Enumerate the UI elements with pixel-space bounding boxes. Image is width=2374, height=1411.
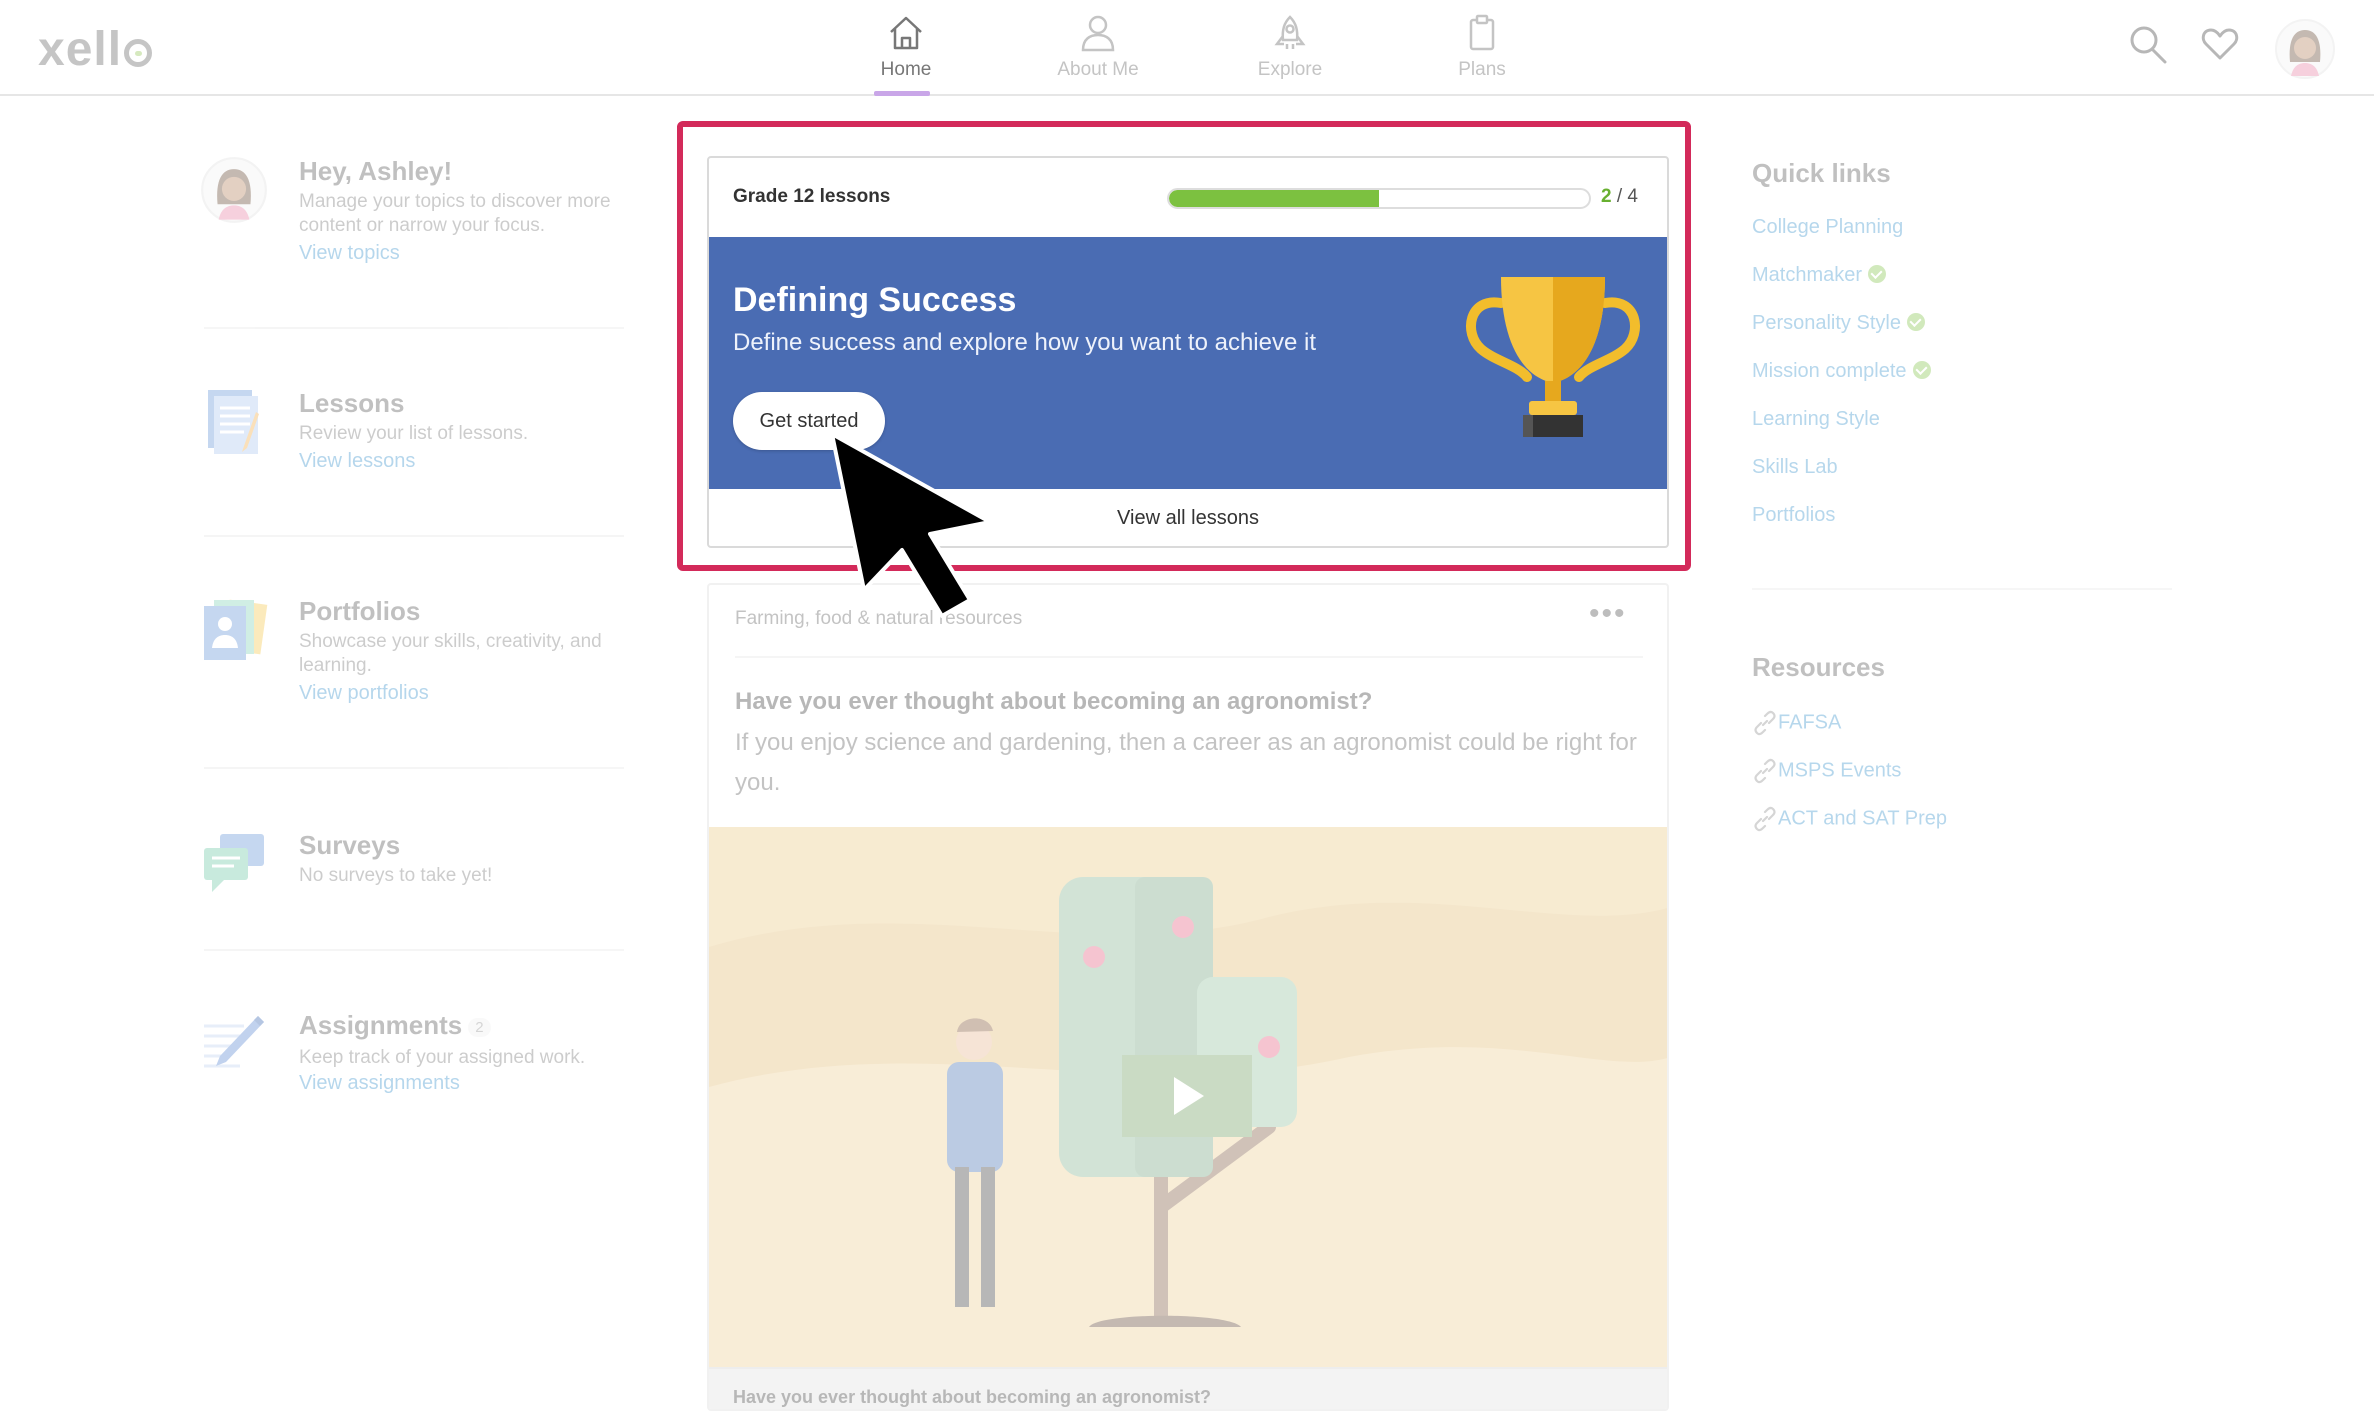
nav-explore-label: Explore bbox=[1257, 59, 1323, 80]
resource-label: FAFSA bbox=[1778, 711, 1842, 734]
quick-link-portfolios[interactable]: Portfolios bbox=[1752, 504, 1835, 527]
greeting-title: Hey, Ashley! bbox=[299, 156, 453, 186]
lesson-card-header: Grade 12 lessons 2 / 4 bbox=[709, 158, 1667, 237]
top-bar: xell Home About Me Explore Plans bbox=[0, 0, 2374, 96]
divider bbox=[204, 535, 624, 537]
view-assignments-link[interactable]: View assignments bbox=[299, 1072, 460, 1095]
resource-act-sat-prep[interactable]: ACT and SAT Prep bbox=[1752, 806, 1947, 832]
quick-link-label: Mission complete bbox=[1752, 360, 1907, 382]
rocket-icon bbox=[1274, 15, 1306, 49]
portfolios-desc: Showcase your skills, creativity, and le… bbox=[299, 631, 602, 676]
quick-link-label: Personality Style bbox=[1752, 312, 1901, 334]
lesson-subtitle: Define success and explore how you want … bbox=[733, 329, 1316, 356]
view-portfolios-link[interactable]: View portfolios bbox=[299, 682, 429, 705]
quick-link-label: Skills Lab bbox=[1752, 456, 1838, 478]
lesson-title: Defining Success bbox=[733, 281, 1017, 319]
portfolios-section: Portfolios Showcase your skills, creativ… bbox=[200, 596, 630, 706]
progress-separator: / bbox=[1611, 186, 1628, 207]
quick-link-matchmaker[interactable]: Matchmaker bbox=[1752, 264, 1887, 287]
portfolios-title: Portfolios bbox=[299, 596, 421, 626]
divider bbox=[204, 949, 624, 951]
mouse-pointer-icon bbox=[830, 432, 992, 618]
nav-about-me-label: About Me bbox=[1057, 59, 1139, 80]
career-card: Farming, food & natural resources ••• Ha… bbox=[707, 583, 1669, 1411]
quick-link-label: Learning Style bbox=[1752, 408, 1880, 430]
progress-done: 2 bbox=[1601, 186, 1612, 207]
view-topics-link[interactable]: View topics bbox=[299, 242, 400, 265]
more-options-icon[interactable]: ••• bbox=[1589, 597, 1627, 631]
nav-about-me[interactable]: About Me bbox=[1018, 0, 1178, 96]
quick-link-mission-complete[interactable]: Mission complete bbox=[1752, 360, 1931, 383]
surveys-desc: No surveys to take yet! bbox=[299, 865, 493, 886]
assignments-desc: Keep track of your assigned work. bbox=[299, 1047, 586, 1068]
greeting-section: Hey, Ashley! Manage your topics to disco… bbox=[200, 156, 630, 266]
quick-link-learning-style[interactable]: Learning Style bbox=[1752, 408, 1880, 431]
lesson-progress-bar bbox=[1167, 188, 1591, 209]
play-video-button[interactable] bbox=[1122, 1055, 1252, 1137]
quick-link-label: Portfolios bbox=[1752, 504, 1836, 526]
active-tab-indicator bbox=[874, 91, 930, 96]
lessons-title: Lessons bbox=[299, 388, 405, 418]
lesson-progress-fill bbox=[1169, 190, 1379, 207]
divider bbox=[204, 767, 624, 769]
progress-total: 4 bbox=[1627, 186, 1638, 207]
career-card-footer: Have you ever thought about becoming an … bbox=[709, 1367, 1667, 1409]
assignments-title-text: Assignments bbox=[299, 1010, 463, 1040]
resource-msps-events[interactable]: MSPS Events bbox=[1752, 758, 1901, 784]
speech-bubbles-icon bbox=[204, 834, 264, 892]
career-video[interactable] bbox=[709, 827, 1667, 1367]
portfolio-icon bbox=[204, 599, 268, 660]
quick-link-college-planning[interactable]: College Planning bbox=[1752, 216, 1903, 239]
surveys-section: Surveys No surveys to take yet! bbox=[200, 830, 630, 910]
quick-link-personality-style[interactable]: Personality Style bbox=[1752, 312, 1925, 335]
assignments-section: Assignments 2 Keep track of your assigned… bbox=[200, 1010, 630, 1100]
person-icon bbox=[1081, 15, 1115, 52]
heart-icon[interactable] bbox=[2200, 24, 2240, 64]
clipboard-icon bbox=[1469, 14, 1495, 51]
quick-link-label: College Planning bbox=[1752, 216, 1904, 238]
lessons-document-icon bbox=[208, 390, 259, 454]
logo-o-icon bbox=[124, 39, 153, 67]
link-icon bbox=[1754, 806, 1776, 832]
search-icon[interactable] bbox=[2128, 24, 2168, 66]
career-footer-text: Have you ever thought about becoming an … bbox=[733, 1387, 1212, 1407]
divider bbox=[735, 656, 1643, 658]
quick-link-label: Matchmaker bbox=[1752, 264, 1863, 286]
view-lessons-link[interactable]: View lessons bbox=[299, 450, 415, 473]
check-icon bbox=[1912, 360, 1931, 379]
resource-fafsa[interactable]: FAFSA bbox=[1752, 710, 1841, 736]
quick-links-title: Quick links bbox=[1752, 158, 1891, 188]
surveys-title: Surveys bbox=[299, 830, 401, 860]
resource-label: ACT and SAT Prep bbox=[1778, 807, 1947, 830]
nav-plans[interactable]: Plans bbox=[1402, 0, 1562, 96]
lesson-progress-count: 2 / 4 bbox=[1601, 186, 1638, 208]
career-question: Have you ever thought about becoming an … bbox=[735, 688, 1373, 715]
xello-logo[interactable]: xell bbox=[38, 22, 153, 77]
link-icon bbox=[1754, 710, 1776, 736]
trophy-icon bbox=[1466, 277, 1640, 437]
resource-label: MSPS Events bbox=[1778, 759, 1902, 782]
assignments-count-badge: 2 bbox=[468, 1017, 491, 1037]
career-answer: If you enjoy science and gardening, then… bbox=[735, 729, 1637, 796]
check-icon bbox=[1868, 264, 1887, 283]
lesson-group-title: Grade 12 lessons bbox=[733, 186, 891, 207]
user-avatar bbox=[201, 157, 267, 223]
assignments-title: Assignments 2 bbox=[299, 1010, 491, 1041]
lessons-section: Lessons Review your list of lessons. Vie… bbox=[200, 388, 630, 478]
nav-home[interactable]: Home bbox=[826, 0, 986, 96]
assignment-pencil-icon bbox=[204, 1016, 264, 1068]
divider bbox=[1752, 588, 2172, 590]
nav-explore[interactable]: Explore bbox=[1210, 0, 1370, 96]
profile-avatar[interactable] bbox=[2274, 18, 2336, 80]
resources-title: Resources bbox=[1752, 652, 1885, 682]
link-icon bbox=[1754, 758, 1776, 784]
check-icon bbox=[1906, 312, 1925, 331]
nav-home-label: Home bbox=[880, 59, 932, 80]
greeting-desc: Manage your topics to discover more cont… bbox=[299, 191, 611, 236]
nav-plans-label: Plans bbox=[1458, 59, 1506, 80]
home-icon bbox=[890, 16, 922, 50]
quick-link-skills-lab[interactable]: Skills Lab bbox=[1752, 456, 1838, 479]
lessons-desc: Review your list of lessons. bbox=[299, 423, 529, 444]
divider bbox=[204, 327, 624, 329]
